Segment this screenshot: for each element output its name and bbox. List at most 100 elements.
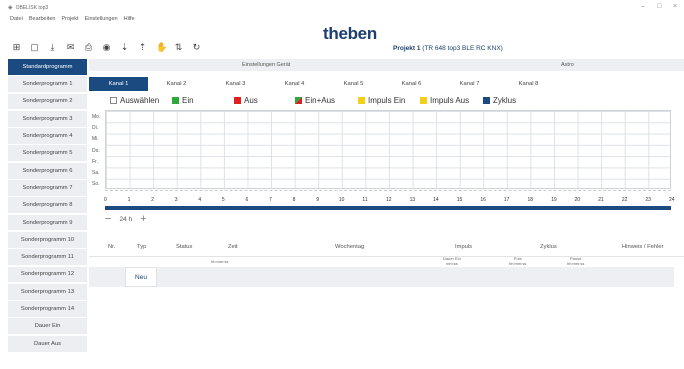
legend-label: Zyklus [493,96,517,105]
hour-label: 0 [104,197,107,203]
app-title-text: OBELISK top3 [15,4,49,11]
tab-kanal-3[interactable]: Kanal 3 [206,77,265,91]
sidebar-item-dauer-ein[interactable]: Dauer Ein [8,318,87,335]
menu-bar: Datei Bearbeiten Projekt Einstellungen H… [10,16,135,22]
table-subheader: hh:mm:ss Dauer Ein mm:ss Puls hh:mm:ss P… [89,256,684,267]
tab-kanal-2[interactable]: Kanal 2 [147,77,206,91]
tab-kanal-6[interactable]: Kanal 6 [382,77,441,91]
sidebar-item-sonderprogramm-9[interactable]: Sonderprogramm 9 [8,214,87,231]
minimize-icon[interactable]: – [641,3,645,10]
sidebar-item-dauer-aus[interactable]: Dauer Aus [8,335,87,352]
refresh-icon[interactable]: ↻ [192,42,201,53]
select-swatch [110,97,117,104]
subcol-zeit-format: hh:mm:ss [211,259,229,264]
tab-einstellungen-geraet[interactable]: Einstellungen Gerät [242,62,290,68]
hour-label: 22 [621,197,628,203]
legend-ein-aus[interactable]: Ein+Aus [295,96,335,105]
channel-tabs: Kanal 1 Kanal 2 Kanal 3 Kanal 4 Kanal 5 … [89,77,609,91]
program-sidebar: Standardprogramm Sonderprogramm 1 Sonder… [8,59,87,353]
transfer-down-icon[interactable]: ⇣ [120,42,129,53]
menu-hilfe[interactable]: Hilfe [124,16,135,22]
sidebar-item-standardprogramm[interactable]: Standardprogramm [8,59,87,75]
menu-bearbeiten[interactable]: Bearbeiten [29,16,56,22]
zoom-out-button[interactable]: − [105,213,111,225]
menu-datei[interactable]: Datei [10,16,23,22]
download-icon[interactable]: ⤓ [48,42,57,53]
sidebar-item-sonderprogramm-13[interactable]: Sonderprogramm 13 [8,283,87,300]
hand-icon[interactable]: ✋ [156,42,167,53]
hour-label: 11 [362,197,368,203]
section-tabs: Einstellungen Gerät Astro [89,59,684,71]
tab-kanal-8[interactable]: Kanal 8 [499,77,558,91]
split-swatch [295,97,302,104]
sidebar-item-sonderprogramm-3[interactable]: Sonderprogramm 3 [8,110,87,127]
project-title: Projekt 1 (TR 648 top3 BLE RC KNX) [393,45,503,52]
sidebar-item-sonderprogramm-11[interactable]: Sonderprogramm 11 [8,249,87,266]
hour-label: 19 [551,197,557,203]
hour-label: 7 [269,197,272,203]
weekday-labels: Mo. Di. Mi. Do. Fr. Sa. So. [92,112,100,190]
sort-icon[interactable]: ⇅ [174,42,183,53]
hour-labels: 0 1 2 3 4 5 6 7 8 9 10 11 12 13 14 15 16 17 18 19 20 21 22 23 24 [104,197,675,205]
hour-label: 10 [338,197,345,203]
legend-impuls-ein[interactable]: Impuls Ein [358,96,405,105]
zoom-control: − 24 h + [105,213,147,225]
menu-einstellungen[interactable]: Einstellungen [85,16,118,22]
sidebar-item-sonderprogramm-1[interactable]: Sonderprogramm 1 [8,76,87,93]
menu-projekt[interactable]: Projekt [61,16,78,22]
sidebar-item-sonderprogramm-5[interactable]: Sonderprogramm 5 [8,145,87,162]
print-icon[interactable]: ⎙ [84,42,93,53]
maximize-icon[interactable]: □ [657,3,661,10]
sidebar-item-sonderprogramm-8[interactable]: Sonderprogramm 8 [8,197,87,214]
sidebar-item-sonderprogramm-7[interactable]: Sonderprogramm 7 [8,180,87,196]
green-swatch [172,97,179,104]
legend-impuls-aus[interactable]: Impuls Aus [420,96,469,105]
day-label: Do. [92,147,100,154]
yellow-swatch [420,97,427,104]
legend-auswaehlen[interactable]: Auswählen [110,96,159,105]
hour-label: 3 [174,197,178,203]
tab-kanal-1[interactable]: Kanal 1 [89,77,148,91]
col-wochentag: Wochentag [335,244,365,250]
toolbar: ⊞ ▢ ⤓ ✉ ⎙ ◉ ⇣ ⇡ ✋ ⇅ ↻ [12,40,201,54]
day-label: Mi. [92,136,99,143]
day-label: Di. [92,125,99,132]
red-swatch [234,97,241,104]
app-icon: ◈ [8,5,13,11]
sidebar-item-sonderprogramm-6[interactable]: Sonderprogramm 6 [8,162,87,179]
legend-aus[interactable]: Aus [234,96,258,105]
day-label: So. [92,181,100,188]
mail-icon[interactable]: ✉ [66,42,75,53]
tab-kanal-7[interactable]: Kanal 7 [440,77,499,91]
theben-logo: theben [323,24,377,43]
tab-kanal-5[interactable]: Kanal 5 [324,77,383,91]
sidebar-item-sonderprogramm-10[interactable]: Sonderprogramm 10 [8,231,87,248]
legend-ein[interactable]: Ein [172,96,194,105]
open-file-icon[interactable]: ▢ [30,42,39,53]
timeline-scrollbar[interactable] [105,206,671,210]
legend-label: Impuls Aus [430,96,470,105]
table-header: Nr. Typ Status Zeit Wochentag Impuls Zyk… [89,244,684,256]
hour-label: 24 [669,197,675,203]
new-file-icon[interactable]: ⊞ [12,42,21,53]
tab-astro[interactable]: Astro [561,62,574,68]
tab-kanal-4[interactable]: Kanal 4 [265,77,324,91]
sidebar-item-sonderprogramm-4[interactable]: Sonderprogramm 4 [8,128,87,144]
col-zeit: Zeit [228,244,238,250]
hour-label: 12 [386,197,392,203]
sidebar-item-sonderprogramm-2[interactable]: Sonderprogramm 2 [8,93,87,110]
week-schedule-grid[interactable] [105,110,671,189]
view-icon[interactable]: ◉ [102,42,111,53]
legend-label: Auswählen [120,96,160,105]
transfer-up-icon[interactable]: ⇡ [138,42,147,53]
sidebar-item-sonderprogramm-12[interactable]: Sonderprogramm 12 [8,266,87,283]
zoom-level: 24 h [119,215,133,223]
hour-label: 13 [409,197,416,203]
new-entry-button[interactable]: Neu [125,267,157,287]
hour-label: 2 [151,197,154,203]
col-status: Status [176,244,193,250]
zoom-in-button[interactable]: + [140,213,146,225]
legend-zyklus[interactable]: Zyklus [483,96,516,105]
sidebar-item-sonderprogramm-14[interactable]: Sonderprogramm 14 [8,301,87,317]
close-icon[interactable]: × [673,3,677,10]
